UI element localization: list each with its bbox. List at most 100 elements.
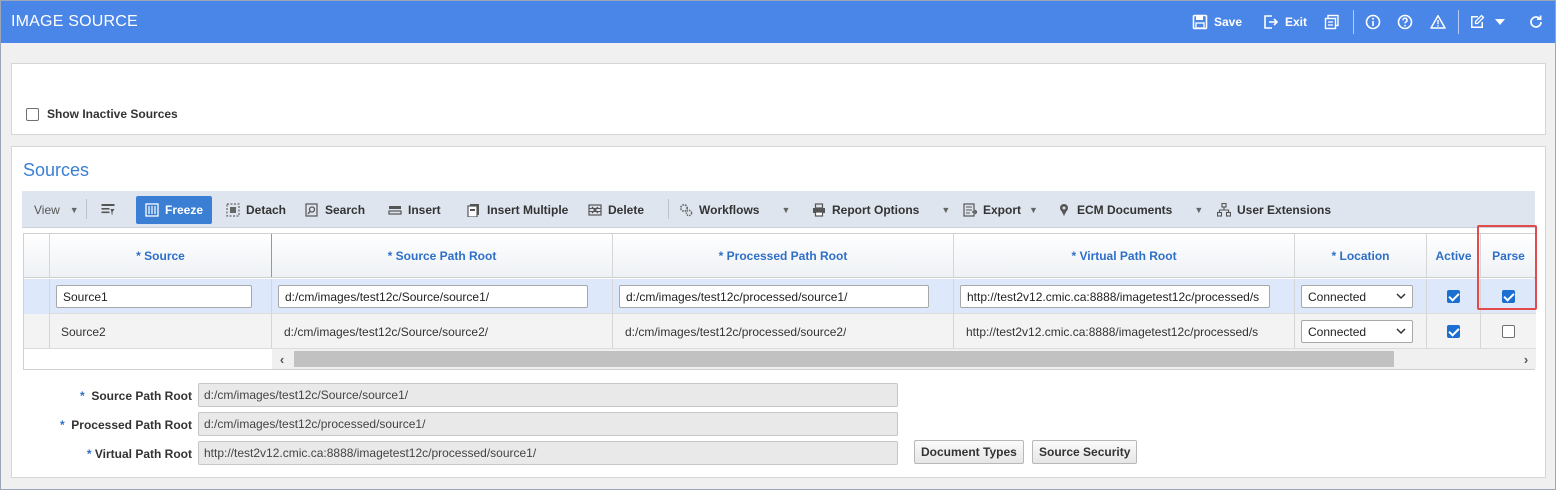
- processed-path-root-field[interactable]: d:/cm/images/test12c/processed/source1/: [198, 412, 898, 436]
- col-header-virtual-path-root[interactable]: * Virtual Path Root: [954, 234, 1295, 277]
- app-window: IMAGE SOURCE Save Exit Show Inactive Sou…: [0, 0, 1556, 490]
- source-path-root-cell[interactable]: d:/cm/images/test12c/Source/source2/: [272, 314, 613, 349]
- filter-panel: Show Inactive Sources: [11, 63, 1546, 135]
- source-path-root-label: * Source Path Root: [79, 389, 192, 403]
- workflows-menu[interactable]: Workflows ▼: [679, 200, 790, 220]
- col-header-active[interactable]: Active: [1427, 234, 1481, 277]
- insert-multiple-icon: [467, 204, 479, 217]
- export-icon: [963, 203, 977, 217]
- source-path-root-value: d:/cm/images/test12c/Source/source2/: [284, 324, 489, 339]
- print-button[interactable]: [1324, 12, 1340, 32]
- refresh-button[interactable]: [1528, 12, 1544, 32]
- insert-row-icon: [388, 206, 402, 215]
- source-input[interactable]: Source1: [56, 285, 252, 308]
- source-path-root-input[interactable]: d:/cm/images/test12c/Source/source1/: [278, 285, 588, 308]
- hierarchy-icon: [1217, 203, 1231, 217]
- scroll-right-icon[interactable]: ›: [1518, 350, 1534, 368]
- chevron-down-icon: ▼: [1029, 205, 1038, 215]
- detach-label: Detach: [246, 203, 287, 217]
- toolbar-divider: [668, 199, 669, 219]
- detach-button[interactable]: Detach: [226, 200, 286, 220]
- ecm-documents-label: ECM Documents: [1077, 203, 1173, 217]
- row-selector-header: [24, 234, 50, 277]
- chevron-down-icon: [1396, 293, 1406, 300]
- map-pin-icon: [1060, 204, 1068, 216]
- export-menu[interactable]: Export ▼: [963, 200, 1038, 220]
- printer-icon: [813, 203, 825, 217]
- save-button[interactable]: Save: [1192, 12, 1242, 32]
- show-inactive-checkbox[interactable]: [26, 107, 39, 121]
- delete-button[interactable]: Delete: [588, 200, 644, 220]
- show-inactive-sources[interactable]: Show Inactive Sources: [26, 107, 178, 121]
- processed-path-root-cell: d:/cm/images/test12c/processed/source1/: [613, 279, 954, 314]
- grid-header: * Source * Source Path Root * Processed …: [24, 234, 1536, 278]
- source-cell[interactable]: Source2: [50, 314, 272, 349]
- save-label: Save: [1214, 15, 1243, 29]
- insert-button[interactable]: Insert: [388, 200, 441, 220]
- user-extensions-button[interactable]: User Extensions: [1217, 200, 1331, 220]
- scroll-left-icon[interactable]: ‹: [274, 350, 290, 368]
- exit-label: Exit: [1285, 15, 1308, 29]
- table-row[interactable]: Source2 d:/cm/images/test12c/Source/sour…: [24, 314, 1536, 349]
- chevron-down-icon: [1396, 328, 1406, 335]
- ecm-documents-menu[interactable]: ECM Documents ▼: [1057, 200, 1203, 220]
- col-header-source[interactable]: * Source: [50, 234, 272, 277]
- gears-icon: [679, 203, 693, 217]
- processed-path-root-cell[interactable]: d:/cm/images/test12c/processed/source2/: [613, 314, 954, 349]
- report-options-menu[interactable]: Report Options ▼: [812, 200, 950, 220]
- edit-icon: [1471, 14, 1485, 28]
- info-button[interactable]: [1365, 12, 1381, 32]
- source-security-button[interactable]: Source Security: [1032, 440, 1138, 464]
- search-icon: [305, 203, 318, 217]
- toolbar-divider: [86, 199, 87, 219]
- insert-multiple-button[interactable]: Insert Multiple: [467, 200, 568, 220]
- processed-path-root-input[interactable]: d:/cm/images/test12c/processed/source1/: [619, 285, 929, 308]
- location-select[interactable]: Connected: [1301, 320, 1413, 343]
- column-filter-button[interactable]: [101, 200, 115, 220]
- parse-column-highlight: [1477, 225, 1537, 310]
- help-icon: [1397, 14, 1413, 30]
- document-types-button[interactable]: Document Types: [914, 440, 1024, 464]
- warning-button[interactable]: [1430, 12, 1446, 32]
- active-checkbox[interactable]: [1447, 325, 1460, 338]
- freeze-label: Freeze: [165, 203, 204, 217]
- horizontal-scrollbar[interactable]: ‹ ›: [272, 349, 1536, 369]
- row-selector[interactable]: [24, 279, 50, 314]
- freeze-button[interactable]: Freeze: [136, 196, 213, 224]
- scrollbar-thumb[interactable]: [294, 351, 1394, 367]
- location-cell: Connected: [1295, 279, 1427, 314]
- parse-checkbox[interactable]: [1502, 325, 1515, 338]
- virtual-path-root-field[interactable]: http://test2v12.cmic.ca:8888/imagetest12…: [198, 441, 898, 465]
- insert-multiple-label: Insert Multiple: [487, 203, 569, 217]
- col-header-location[interactable]: * Location: [1295, 234, 1427, 277]
- sources-panel: Sources View ▼ Freeze Detach Search Inse…: [11, 146, 1546, 478]
- chevron-down-icon: ▼: [69, 205, 79, 215]
- workflows-label: Workflows: [699, 203, 760, 217]
- user-extensions-label: User Extensions: [1237, 203, 1332, 217]
- exit-button[interactable]: Exit: [1263, 12, 1307, 32]
- virtual-path-root-input[interactable]: http://test2v12.cmic.ca:8888/imagetest12…: [960, 285, 1270, 308]
- search-label: Search: [325, 203, 366, 217]
- grid-toolbar: View ▼ Freeze Detach Search Insert Inser…: [22, 191, 1535, 228]
- view-menu[interactable]: View ▼: [34, 200, 79, 220]
- processed-path-root-label: * Processed Path Root: [59, 418, 192, 432]
- help-button[interactable]: [1397, 12, 1413, 32]
- active-checkbox[interactable]: [1447, 290, 1460, 303]
- header-divider: [1458, 10, 1459, 34]
- virtual-path-root-cell[interactable]: http://test2v12.cmic.ca:8888/imagetest12…: [954, 314, 1295, 349]
- table-row[interactable]: Source1 d:/cm/images/test12c/Source/sour…: [24, 279, 1536, 314]
- edit-menu-button[interactable]: [1469, 12, 1505, 32]
- chevron-down-icon: [1495, 19, 1505, 25]
- filter-columns-icon: [101, 204, 115, 215]
- location-value: Connected: [1308, 324, 1367, 339]
- search-button[interactable]: Search: [305, 200, 365, 220]
- source-path-root-cell: d:/cm/images/test12c/Source/source1/: [272, 279, 613, 314]
- insert-label: Insert: [408, 203, 441, 217]
- location-select[interactable]: Connected: [1301, 285, 1413, 308]
- source-path-root-field[interactable]: d:/cm/images/test12c/Source/source1/: [198, 383, 898, 407]
- chevron-down-icon: ▼: [1194, 205, 1204, 215]
- row-selector[interactable]: [24, 314, 50, 349]
- chevron-down-icon: ▼: [781, 205, 791, 215]
- col-header-processed-path-root[interactable]: * Processed Path Root: [613, 234, 954, 277]
- col-header-source-path-root[interactable]: * Source Path Root: [272, 234, 613, 277]
